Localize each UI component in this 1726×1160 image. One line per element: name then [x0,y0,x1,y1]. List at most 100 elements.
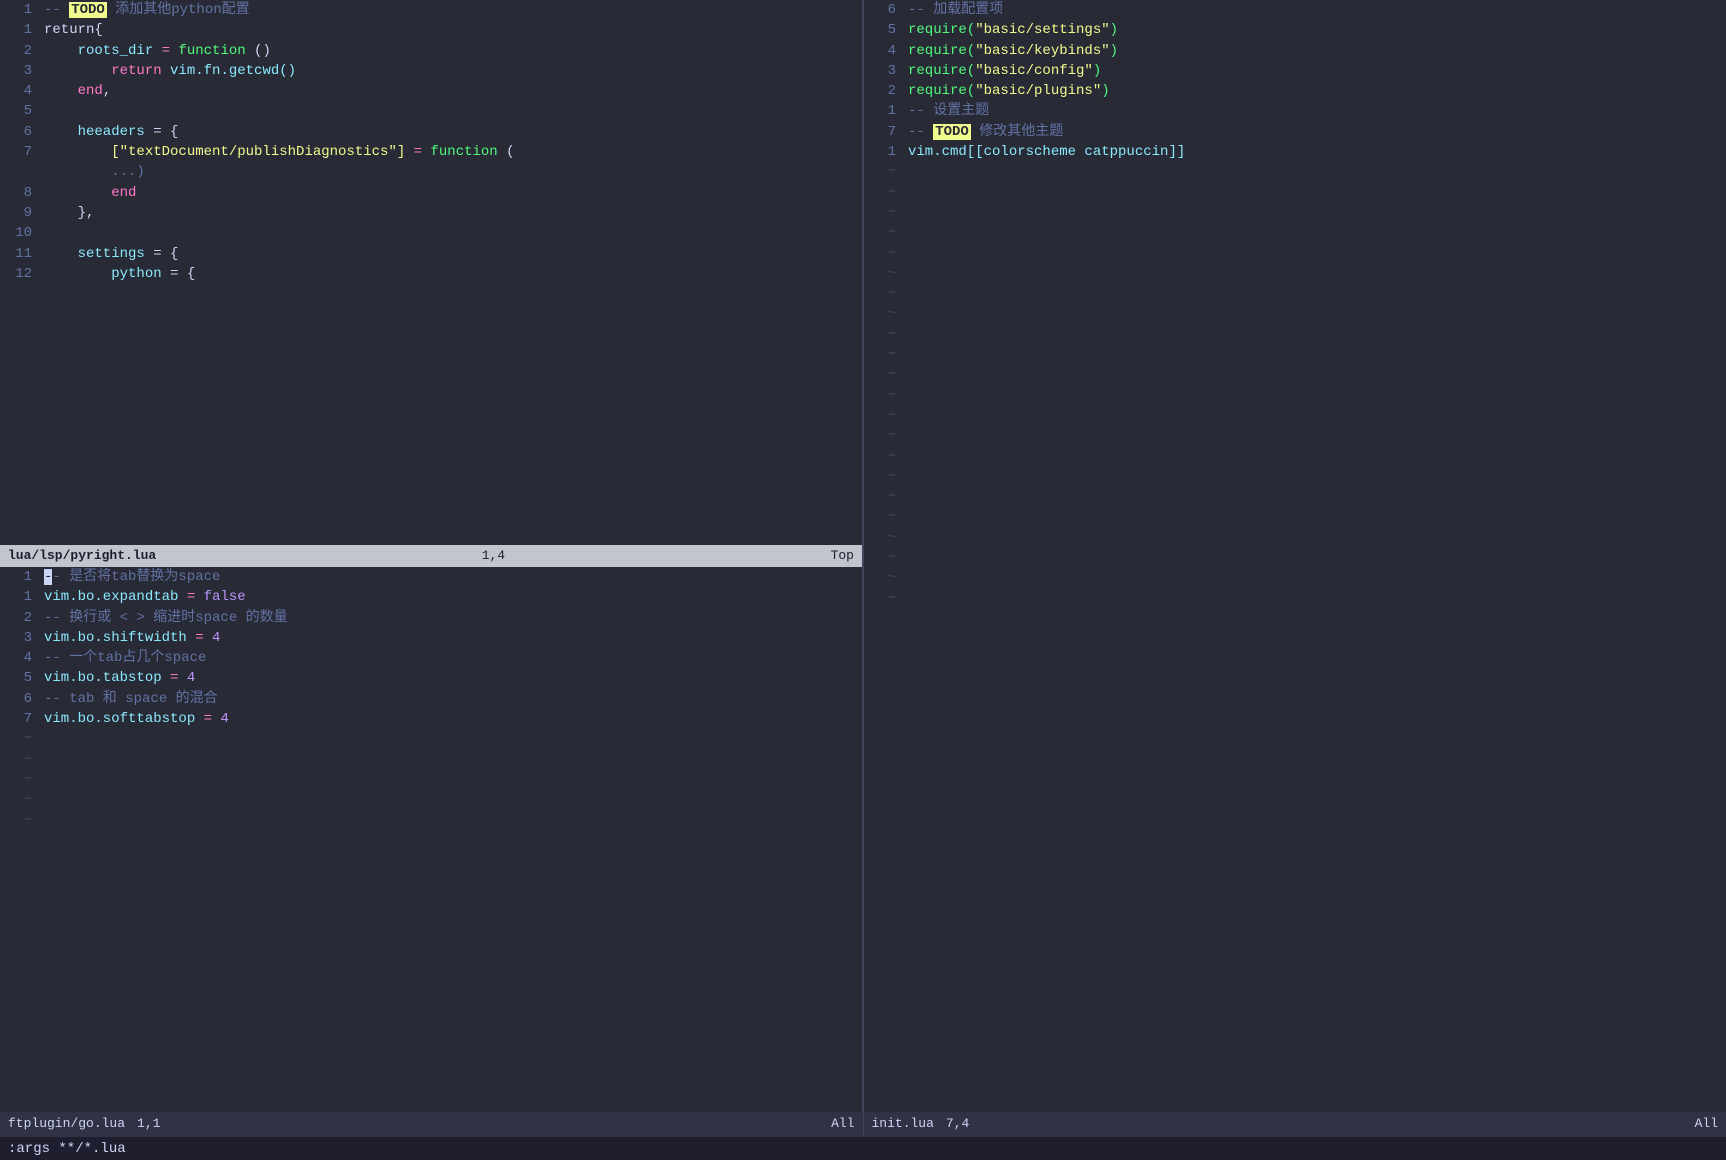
line-content: vim.bo.tabstop = 4 [44,668,858,688]
line-number: ~ [4,729,32,749]
code-line: 5vim.bo.tabstop = 4 [0,668,862,688]
code-line: 6 heeaders = { [0,122,862,142]
code-line: ~ [0,729,862,749]
mid-statusbar: lua/lsp/pyright.lua 1,4 Top [0,545,862,567]
line-content: return{ [44,20,858,40]
line-number: ~ [868,304,896,324]
code-line: 4require("basic/keybinds") [864,41,1726,61]
line-content: ...) [44,162,858,182]
line-number: 2 [868,81,896,101]
right-status-pos: 7,4 [946,1115,969,1134]
line-content: end [44,183,858,203]
line-content: heeaders = { [44,122,858,142]
line-number: 6 [4,122,32,142]
line-number: ~ [868,406,896,426]
code-line: 1-- 是否将tab替换为space [0,567,862,587]
line-number: ~ [868,325,896,345]
bottom-status-left: ftplugin/go.lua 1,1 All [0,1112,864,1136]
line-content: -- tab 和 space 的混合 [44,689,858,709]
line-number: 4 [4,81,32,101]
code-line: ~ [864,325,1726,345]
code-line: 6 -- tab 和 space 的混合 [0,689,862,709]
line-content: -- 一个tab占几个space [44,648,858,668]
code-line: 7vim.bo.softtabstop = 4 [0,709,862,729]
line-content: require("basic/settings") [908,20,1722,40]
code-line: ~ [864,345,1726,365]
code-line: ~ [864,467,1726,487]
code-line: ~ [864,264,1726,284]
main-panes: 1-- TODO 添加其他python配置1return{2 roots_dir… [0,0,1726,1112]
line-number: ~ [868,284,896,304]
code-line: ~ [864,183,1726,203]
line-content: ["textDocument/publishDiagnostics"] = fu… [44,142,858,162]
line-number: 3 [868,61,896,81]
code-line: 9 }, [0,203,862,223]
code-line: ~ [864,386,1726,406]
line-number: ~ [4,770,32,790]
line-number: ~ [868,345,896,365]
line-number: ~ [4,790,32,810]
line-number: ~ [868,223,896,243]
left-pane: 1-- TODO 添加其他python配置1return{2 roots_dir… [0,0,864,1112]
code-line: ~ [0,750,862,770]
line-number: ~ [868,487,896,507]
line-number: ~ [868,507,896,527]
mid-status-extra: Top [831,547,854,566]
code-line: ~ [864,507,1726,527]
line-number: ~ [4,750,32,770]
code-line: 5 [0,101,862,121]
code-line: ~ [864,447,1726,467]
code-line: 1-- 设置主题 [864,101,1726,121]
left-top-section: 1-- TODO 添加其他python配置1return{2 roots_dir… [0,0,862,545]
line-number: ~ [868,386,896,406]
line-content: vim.bo.shiftwidth = 4 [44,628,858,648]
line-number: ~ [4,811,32,831]
code-line: 7 ["textDocument/publishDiagnostics"] = … [0,142,862,162]
left-bottom-code: 1-- 是否将tab替换为space1vim.bo.expandtab = fa… [0,567,862,1112]
line-number: 2 [4,608,32,628]
line-number: ~ [868,589,896,609]
bottom-status-right: init.lua 7,4 All [864,1112,1726,1136]
code-line: 1-- TODO 添加其他python配置 [0,0,862,20]
code-line: ~ [864,406,1726,426]
code-line: 1vim.cmd[[colorscheme catppuccin]] [864,142,1726,162]
line-number: ~ [868,568,896,588]
line-content: return vim.fn.getcwd() [44,61,858,81]
code-line: ~ [864,284,1726,304]
line-number: 6 [4,689,32,709]
line-content: end, [44,81,858,101]
line-content: -- 加载配置项 [908,0,1722,20]
command-line[interactable]: :args **/*.lua [0,1136,1726,1160]
line-number: 3 [4,61,32,81]
line-content: vim.bo.expandtab = false [44,587,858,607]
code-line: 7-- TODO 修改其他主题 [864,122,1726,142]
line-number: ~ [868,528,896,548]
line-number: 9 [4,203,32,223]
code-line: 1vim.bo.expandtab = false [0,587,862,607]
code-line: ~ [864,589,1726,609]
line-number: 10 [4,223,32,243]
code-line: ~ [864,426,1726,446]
code-line: 4-- 一个tab占几个space [0,648,862,668]
code-line: ~ [864,244,1726,264]
code-line: ~ [864,203,1726,223]
code-line: 3vim.bo.shiftwidth = 4 [0,628,862,648]
code-area-left-bottom: 1-- 是否将tab替换为space1vim.bo.expandtab = fa… [0,567,862,1112]
line-number: ~ [868,183,896,203]
line-number: 12 [4,264,32,284]
line-number: 5 [868,20,896,40]
code-line: 4 end, [0,81,862,101]
mid-status-filename: lua/lsp/pyright.lua [8,547,156,566]
code-line: ~ [864,365,1726,385]
code-line: 6 -- 加载配置项 [864,0,1726,20]
line-content: vim.cmd[[colorscheme catppuccin]] [908,142,1722,162]
code-line: 2-- 换行或 < > 缩进时space 的数量 [0,608,862,628]
line-number: 6 [868,0,896,20]
code-line: 3 return vim.fn.getcwd() [0,61,862,81]
right-status-filename: init.lua [872,1115,934,1134]
line-number: 1 [868,101,896,121]
line-number: 1 [4,0,32,20]
line-number: 5 [4,101,32,121]
right-top-section: 6 -- 加载配置项 5 require("basic/settings")4requ… [864,0,1726,1112]
line-content: -- TODO 修改其他主题 [908,122,1722,142]
